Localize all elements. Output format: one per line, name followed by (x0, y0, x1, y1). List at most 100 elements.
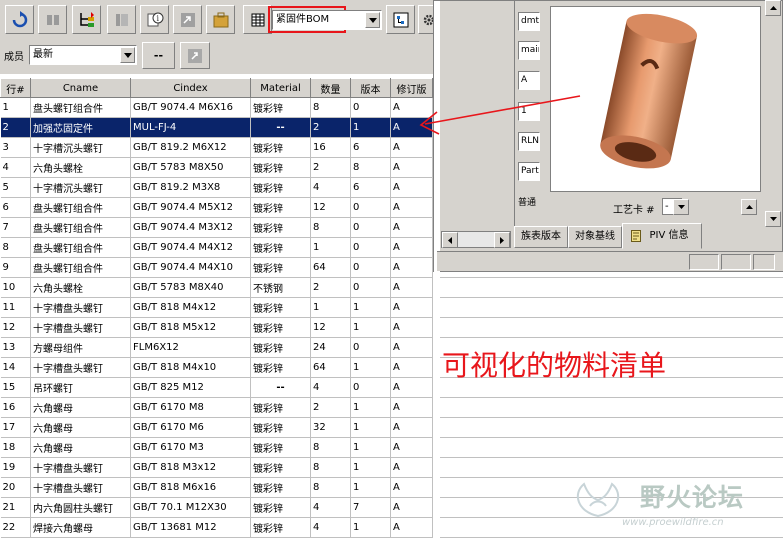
table-row[interactable]: 12 十字槽盘头螺钉 GB/T 818 M5x12 镀彩锌 12 1 A (0, 317, 433, 338)
table-cell: 十字槽沉头螺钉 (30, 137, 131, 158)
column-header[interactable]: 行# (0, 78, 31, 98)
tab-object-baseline[interactable]: 对象基线 (568, 226, 622, 248)
annotation-arrow (419, 95, 581, 135)
toolbar: i 紧固件BOM 成员 最新 -- (0, 0, 440, 74)
watermark-url: www.proewildfire.cn (622, 517, 724, 528)
column-header[interactable]: Material (250, 78, 311, 98)
table-cell: 镀彩锌 (250, 237, 311, 258)
table-row[interactable]: 14 十字槽盘头螺钉 GB/T 818 M4x10 镀彩锌 64 1 A (0, 357, 433, 378)
table-cell: 8 (310, 97, 351, 118)
table-cell: 7 (350, 497, 391, 518)
table-row[interactable]: 9 盘头螺钉组合件 GB/T 9074.4 M4X10 镀彩锌 64 0 A (0, 257, 433, 278)
table-row[interactable]: 21 内六角圆柱头螺钉 GB/T 70.1 M12X30 镀彩锌 4 7 A (0, 497, 433, 518)
table-row[interactable]: 11 十字槽盘头螺钉 GB/T 818 M4x12 镀彩锌 1 1 A (0, 297, 433, 318)
column-header[interactable]: 数量 (310, 78, 351, 98)
field-revision[interactable]: A (518, 71, 540, 90)
scroll-up-button[interactable] (741, 199, 757, 215)
table-cell: 盘头螺钉组合件 (30, 237, 131, 258)
scroll-up-button[interactable] (765, 0, 781, 16)
table-cell: 13 (0, 337, 31, 358)
table-cell: 0 (350, 377, 391, 398)
status-cell (753, 254, 775, 270)
chevron-down-icon[interactable] (365, 12, 380, 28)
scroll-right-button[interactable] (494, 232, 510, 248)
table-row[interactable]: 16 六角螺母 GB/T 6170 M8 镀彩锌 2 1 A (0, 397, 433, 418)
field-type[interactable]: Part (518, 162, 540, 181)
table-cell: 20 (0, 477, 31, 498)
bom-select[interactable]: 紧固件BOM (272, 10, 382, 30)
table-row[interactable]: 7 盘头螺钉组合件 GB/T 9074.4 M3X12 镀彩锌 8 0 A (0, 217, 433, 238)
table-row[interactable]: 18 六角螺母 GB/T 6170 M3 镀彩锌 8 1 A (0, 437, 433, 458)
table-row[interactable]: 13 方螺母组件 FLM6X12 镀彩锌 24 0 A (0, 337, 433, 358)
field-folder[interactable]: main (518, 41, 540, 60)
table-cell: 镀彩锌 (250, 497, 311, 518)
column-header[interactable]: Cname (30, 78, 131, 98)
table-row[interactable]: 2 加强芯固定件 MUL-FJ-4 -- 2 1 A (0, 117, 433, 138)
table-cell: 0 (350, 257, 391, 278)
table-cell: 盘头螺钉组合件 (30, 257, 131, 278)
table-cell: 镀彩锌 (250, 397, 311, 418)
table-cell: 3 (0, 137, 31, 158)
horizontal-scrollbar[interactable] (441, 231, 511, 248)
tree-view-button[interactable] (386, 5, 415, 34)
refresh-icon (12, 10, 27, 27)
field-name[interactable]: dmt- (518, 12, 540, 31)
scroll-left-button[interactable] (442, 232, 458, 248)
watermark-name: 野火论坛 (640, 483, 745, 512)
tab-family-table[interactable]: 族表版本 (514, 226, 568, 248)
table-row[interactable]: 10 六角头螺栓 GB/T 5783 M8X40 不锈钢 2 0 A (0, 277, 433, 298)
table-row[interactable]: 6 盘头螺钉组合件 GB/T 9074.4 M5X12 镀彩锌 12 0 A (0, 197, 433, 218)
table-cell: 1 (0, 97, 31, 118)
table-row[interactable]: 20 十字槽盘头螺钉 GB/T 818 M6x16 镀彩锌 8 1 A (0, 477, 433, 498)
scroll-down-button[interactable] (765, 211, 781, 227)
table-icon (251, 13, 264, 26)
table-cell: 64 (310, 357, 351, 378)
table-cell: 1 (350, 417, 391, 438)
table-row[interactable]: 1 盘头螺钉组合件 GB/T 9074.4 M6X16 镀彩锌 8 0 A (0, 97, 433, 118)
table-cell: 焊接六角螺母 (30, 517, 131, 538)
sync-button[interactable] (180, 42, 210, 69)
tab-piv-info[interactable]: PIV 信息 (622, 223, 702, 249)
table-cell: A (390, 157, 433, 178)
table-cell: 2 (310, 277, 351, 298)
folder-button[interactable] (206, 5, 235, 34)
info-button[interactable]: i (140, 5, 169, 34)
table-cell: GB/T 818 M4x12 (130, 297, 251, 318)
table-cell: A (390, 477, 433, 498)
table-cell: 4 (310, 497, 351, 518)
column-header[interactable]: Cindex (130, 78, 251, 98)
table-row[interactable]: 3 十字槽沉头螺钉 GB/T 819.2 M6X12 镀彩锌 16 6 A (0, 137, 433, 158)
table-row[interactable]: 22 焊接六角螺母 GB/T 13681 M12 镀彩锌 4 1 A (0, 517, 433, 538)
chevron-down-icon[interactable] (673, 199, 689, 215)
table-row[interactable]: 4 六角头螺栓 GB/T 5783 M8X50 镀彩锌 2 8 A (0, 157, 433, 178)
field-label-normal: 普通 (518, 198, 537, 208)
table-cell: A (390, 517, 433, 538)
table-cell: 0 (350, 237, 391, 258)
refresh-button[interactable] (5, 5, 34, 34)
table-cell: 1 (350, 357, 391, 378)
table-row[interactable]: 8 盘头螺钉组合件 GB/T 9074.4 M4X12 镀彩锌 1 0 A (0, 237, 433, 258)
table-row[interactable]: 17 六角螺母 GB/T 6170 M6 镀彩锌 32 1 A (0, 417, 433, 438)
table-row[interactable]: 5 十字槽沉头螺钉 GB/T 819.2 M3X8 镀彩锌 4 6 A (0, 177, 433, 198)
tree-button[interactable] (72, 5, 101, 34)
filter-button[interactable] (38, 5, 67, 34)
table-cell: 5 (0, 177, 31, 198)
table-row[interactable]: 15 吊环螺钉 GB/T 825 M12 -- 4 0 A (0, 377, 433, 398)
column-header[interactable]: 版本 (350, 78, 391, 98)
table-cell: 镀彩锌 (250, 197, 311, 218)
table-cell: A (390, 277, 433, 298)
member-select[interactable]: 最新 (29, 45, 137, 65)
table-cell: 18 (0, 437, 31, 458)
dash-button[interactable]: -- (142, 42, 175, 69)
table-cell: 6 (0, 197, 31, 218)
chevron-down-icon[interactable] (120, 47, 135, 63)
table-cell: GB/T 6170 M8 (130, 397, 251, 418)
table-row[interactable]: 19 十字槽盘头螺钉 GB/T 818 M3x12 镀彩锌 8 1 A (0, 457, 433, 478)
table-cell: GB/T 819.2 M3X8 (130, 177, 251, 198)
table-cell: 镀彩锌 (250, 177, 311, 198)
table-cell: A (390, 137, 433, 158)
table-cell: 六角头螺栓 (30, 157, 131, 178)
table-cell: 8 (310, 437, 351, 458)
column-button[interactable] (107, 5, 136, 34)
expand-button[interactable] (173, 5, 202, 34)
